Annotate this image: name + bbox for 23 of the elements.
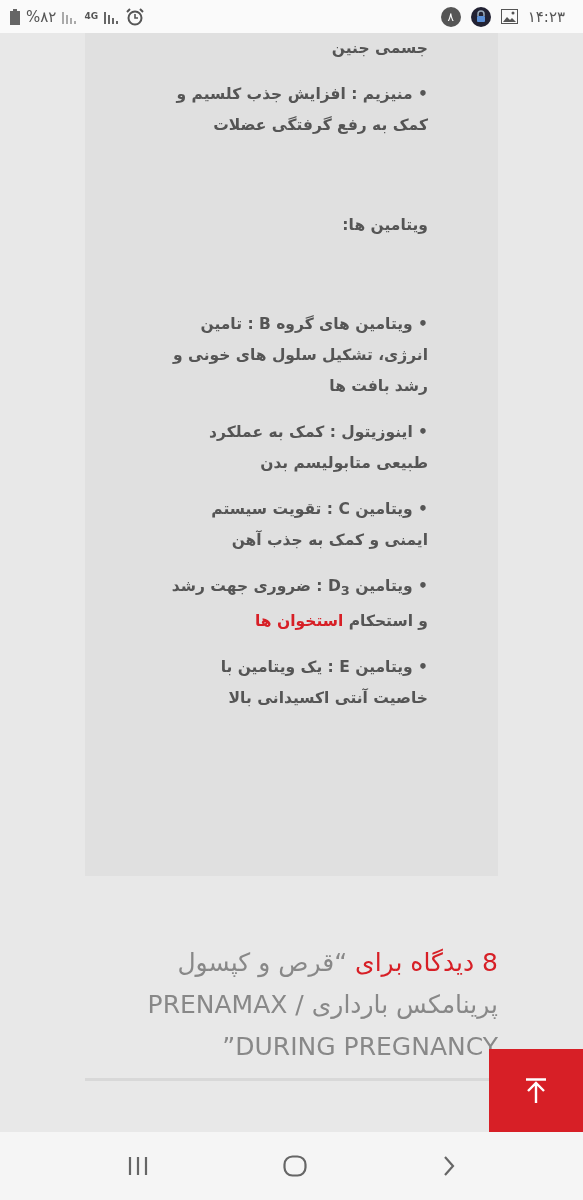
bullet-item: • اینوزیتول : کمک به عملکرد طبیعی متابولیسم بدن bbox=[208, 422, 428, 474]
network-type: 4G bbox=[84, 12, 99, 21]
back-icon[interactable] bbox=[443, 1156, 456, 1176]
battery-icon bbox=[10, 8, 20, 25]
bullet-item: • ویتامین C : تقویت سیستم ایمنی و کمک به جذب آهن bbox=[210, 499, 428, 551]
link[interactable]: استخوان ها bbox=[255, 612, 344, 631]
bullet-item: • ویتامین E : یک ویتامین با خاصیت آنتی اکسیدانی بالا bbox=[219, 657, 428, 710]
signal-icon bbox=[62, 9, 79, 24]
signal-icon bbox=[104, 9, 121, 24]
notification-badge: ۸ bbox=[440, 6, 461, 27]
home-icon[interactable] bbox=[283, 1155, 308, 1177]
arrow-up-icon bbox=[525, 1077, 547, 1104]
clock-time: ۱۴:۲۳ bbox=[527, 7, 565, 26]
recent-apps-icon[interactable] bbox=[127, 1157, 148, 1175]
image-icon bbox=[500, 9, 518, 24]
paragraph: جسمی جنین bbox=[330, 38, 428, 59]
bullet-item: • منیزیم : افزایش جذب کلسیم و کمک به رفع گرفتگی عضلات bbox=[175, 84, 428, 136]
lock-icon bbox=[470, 6, 491, 27]
bullet-item: • ویتامین های گروه B : تامین انرژی، تشکیل سلول های خونی و رشد بافت ها bbox=[171, 314, 428, 397]
alarm-clock-icon bbox=[126, 7, 145, 26]
section-heading: ویتامین ها: bbox=[341, 215, 428, 236]
battery-percentage: %۸۲ bbox=[26, 7, 57, 26]
comments-heading: 8 دیدگاه برای “قرص و کپسول پرینامکس بارداری / PRENAMAX DURING PREGNANCY” bbox=[146, 947, 498, 1063]
